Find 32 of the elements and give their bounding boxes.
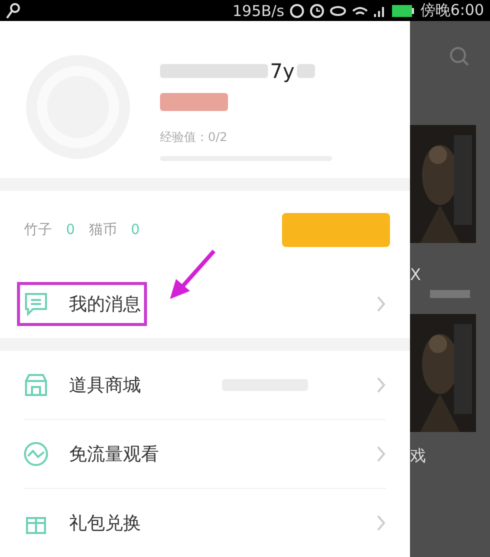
chevron-icon — [376, 376, 386, 394]
signal-icon — [374, 4, 386, 16]
claim-button[interactable] — [282, 213, 390, 248]
blurred-name — [296, 64, 315, 78]
clock: 傍晚6:00 — [420, 1, 484, 20]
wallet-value: 0 — [66, 222, 75, 238]
search-icon — [448, 45, 470, 67]
chevron-icon — [376, 445, 386, 464]
chart-icon — [23, 441, 49, 468]
wallet-value: 0 — [130, 222, 140, 238]
wallet-label: 竹子 — [24, 221, 52, 240]
alarm-icon — [310, 4, 324, 18]
chevron-icon — [376, 514, 386, 532]
chevron-icon — [376, 295, 386, 314]
message-icon — [23, 291, 49, 318]
menu-item[interactable]: 道具商城 — [0, 351, 410, 420]
user-name: 7y — [270, 59, 295, 83]
video-title: 戏 — [410, 445, 426, 467]
menu-item[interactable]: 我的消息 — [0, 270, 410, 338]
level-badge — [160, 93, 228, 111]
wallet-label: 猫币 — [88, 221, 117, 240]
video-title: X — [410, 264, 421, 286]
annotation-arrow — [168, 249, 216, 301]
blurred-count — [430, 290, 470, 298]
menu-item[interactable]: 免流量观看 — [0, 420, 410, 488]
menu-item[interactable]: 礼包兑换 — [0, 489, 410, 557]
wifi-icon — [352, 6, 368, 16]
network-speed: 195B/s — [232, 2, 284, 20]
shop-icon — [23, 372, 49, 398]
experience-label: 经验值：0/2 — [160, 129, 228, 146]
eye-icon — [330, 6, 346, 16]
battery-icon — [392, 4, 414, 16]
